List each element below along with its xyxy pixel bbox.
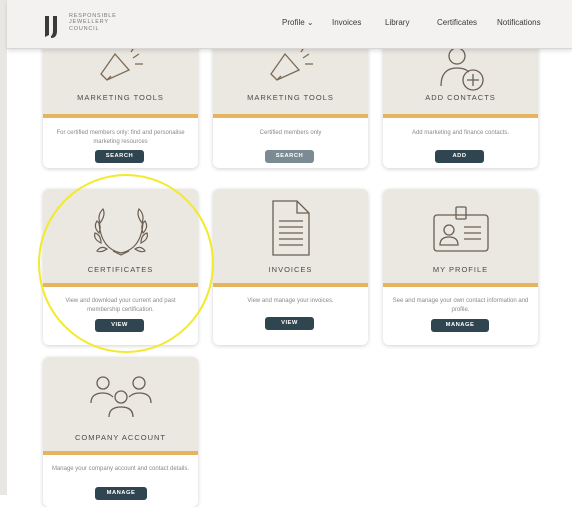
card-description: Manage your company account and contact … xyxy=(51,466,190,472)
manage-company-button[interactable]: MANAGE xyxy=(95,487,147,500)
add-contact-icon xyxy=(440,47,484,91)
search-button-disabled[interactable]: SEARCH xyxy=(265,150,314,163)
add-button[interactable]: ADD xyxy=(435,150,484,163)
nav-certificates[interactable]: Certificates xyxy=(437,18,477,27)
card-title: ADD CONTACTS xyxy=(425,93,496,102)
card-description: Add marketing and finance contacts. xyxy=(411,130,510,136)
card-accent-bar xyxy=(383,283,538,287)
card-title: COMPANY ACCOUNT xyxy=(75,433,166,442)
card-description: Certified members only xyxy=(259,130,322,136)
card-accent-bar xyxy=(383,114,538,118)
card-description: For certified members only: find and per… xyxy=(56,130,185,145)
nav-library[interactable]: Library xyxy=(385,18,409,27)
view-invoices-button[interactable]: VIEW xyxy=(265,317,314,330)
card-title: MY PROFILE xyxy=(432,265,489,274)
card-description: View and manage your invoices. xyxy=(247,298,334,304)
nav-invoices[interactable]: Invoices xyxy=(332,18,361,27)
card-accent-bar xyxy=(43,114,198,118)
nav-profile[interactable]: Profile ⌄ xyxy=(282,18,314,27)
card-my-profile[interactable]: MY PROFILE See and manage your own conta… xyxy=(383,189,538,345)
card-image-area: INVOICES xyxy=(213,189,368,283)
card-company-account[interactable]: COMPANY ACCOUNT Manage your company acco… xyxy=(43,357,198,507)
window-edge xyxy=(0,0,7,495)
card-image-area: COMPANY ACCOUNT xyxy=(43,357,198,451)
brand-wordmark: RESPONSIBLE JEWELLERY COUNCIL xyxy=(69,13,117,32)
card-title: INVOICES xyxy=(268,265,313,274)
card-image-area: MY PROFILE xyxy=(383,189,538,283)
card-title: MARKETING TOOLS xyxy=(77,93,164,102)
highlight-circle xyxy=(38,174,214,353)
top-nav-bar: RESPONSIBLE JEWELLERY COUNCIL Profile ⌄ … xyxy=(7,0,572,49)
search-button[interactable]: SEARCH xyxy=(95,150,144,163)
card-accent-bar xyxy=(213,114,368,118)
group-icon xyxy=(90,376,152,417)
card-invoices[interactable]: INVOICES View and manage your invoices. … xyxy=(213,189,368,345)
brand-line: COUNCIL xyxy=(69,25,100,32)
card-title: MARKETING TOOLS xyxy=(247,93,334,102)
card-accent-bar xyxy=(43,451,198,455)
card-description: See and manage your own contact informat… xyxy=(392,298,529,313)
rjc-logo-icon[interactable] xyxy=(41,13,67,39)
card-accent-bar xyxy=(213,283,368,287)
nav-notifications[interactable]: Notifications xyxy=(497,18,541,27)
id-badge-icon xyxy=(433,206,489,252)
manage-profile-button[interactable]: MANAGE xyxy=(431,319,489,332)
document-icon xyxy=(272,200,310,256)
